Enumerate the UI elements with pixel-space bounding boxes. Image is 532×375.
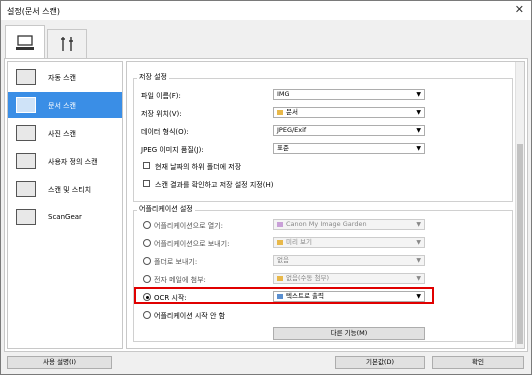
- sidebar-item-scangear[interactable]: ScanGear: [8, 204, 122, 230]
- sidebar-item-label: ScanGear: [48, 213, 82, 221]
- folder-icon: [277, 275, 283, 281]
- sidebar: 자동 스캔 문서 스캔 사진 스캔 사용자 정의 스캔 스캔 및 스티치 Sca…: [7, 61, 123, 349]
- sidebar-item-label: 자동 스캔: [48, 74, 76, 82]
- chevron-down-icon[interactable]: ▼: [416, 274, 421, 283]
- sidebar-item-document-scan[interactable]: 문서 스캔: [8, 92, 122, 118]
- chevron-down-icon[interactable]: ▼: [416, 90, 421, 99]
- confirm-label: 스캔 결과를 확인하고 저장 설정 지정(H): [155, 181, 274, 189]
- sidebar-item-custom-scan[interactable]: 사용자 정의 스캔: [8, 148, 122, 174]
- file-name-field[interactable]: IMG ▼: [273, 89, 425, 100]
- jpeg-quality-label: JPEG 이미지 품질(J):: [141, 146, 204, 154]
- settings-panel: 자동 스캔 문서 스캔 사진 스캔 사용자 정의 스캔 스캔 및 스티치 Sca…: [4, 58, 528, 352]
- send-to-folder-select[interactable]: 없음 ▼: [273, 255, 425, 266]
- window-title: 설정(문서 스캔): [7, 7, 60, 16]
- save-settings-title: 저장 설정: [137, 72, 169, 82]
- sidebar-item-photo-scan[interactable]: 사진 스캔: [8, 120, 122, 146]
- tools-icon: [61, 37, 73, 51]
- subfolder-checkbox[interactable]: [143, 162, 150, 169]
- data-format-select[interactable]: JPEG/Exif ▼: [273, 125, 425, 136]
- send-to-app-label: 어플리케이션으로 보내기:: [154, 240, 230, 248]
- send-to-folder-label: 폴더로 보내기:: [154, 258, 198, 266]
- folder-icon: [277, 239, 283, 245]
- defaults-button[interactable]: 기본값(D): [335, 356, 425, 369]
- chevron-down-icon[interactable]: ▼: [416, 238, 421, 247]
- tab-bar: [1, 20, 531, 59]
- save-in-label: 저장 위치(V):: [141, 110, 182, 118]
- settings-content: 저장 설정 파일 이름(F): IMG ▼ 저장 위치(V): 문서 ▼ 데이터 형…: [126, 61, 525, 349]
- chevron-down-icon[interactable]: ▼: [416, 144, 421, 153]
- radio-no-app[interactable]: [143, 311, 151, 319]
- open-with-app-select[interactable]: Canon My Image Garden ▼: [273, 219, 425, 230]
- tab-general-settings[interactable]: [47, 29, 87, 58]
- file-name-label: 파일 이름(F):: [141, 92, 181, 100]
- ok-button[interactable]: 확인: [432, 356, 524, 369]
- scrollbar[interactable]: [515, 62, 524, 348]
- scrollbar-thumb[interactable]: [517, 144, 523, 344]
- subfolder-label: 현재 날짜의 하위 폴더에 저장: [155, 163, 242, 171]
- attach-email-label: 전자 메일에 첨부:: [154, 276, 206, 284]
- tab-scan-from-computer[interactable]: [5, 25, 45, 59]
- open-with-app-label: 어플리케이션으로 열기:: [154, 222, 223, 230]
- chevron-down-icon[interactable]: ▼: [416, 256, 421, 265]
- folder-icon: [277, 109, 283, 115]
- close-icon[interactable]: ✕: [515, 4, 524, 15]
- document-scan-icon: [16, 97, 36, 113]
- settings-window: 설정(문서 스캔) ✕ 자동 스캔 문서 스캔 사진 스캔 사용자 정의 스캔 …: [0, 0, 532, 375]
- no-app-label: 어플리케이션 시작 안 함: [154, 312, 226, 320]
- sidebar-item-label: 스캔 및 스티치: [48, 186, 92, 194]
- scanner-computer-icon: [16, 34, 34, 50]
- chevron-down-icon[interactable]: ▼: [416, 220, 421, 229]
- app-settings-title: 어플리케이션 설정: [137, 204, 195, 214]
- chevron-down-icon[interactable]: ▼: [416, 126, 421, 135]
- radio-open-with-app[interactable]: [143, 221, 151, 229]
- radio-send-to-folder[interactable]: [143, 257, 151, 265]
- auto-scan-icon: [16, 69, 36, 85]
- confirm-checkbox[interactable]: [143, 180, 150, 187]
- sidebar-item-auto-scan[interactable]: 자동 스캔: [8, 64, 122, 90]
- chevron-down-icon[interactable]: ▼: [416, 108, 421, 117]
- data-format-label: 데이터 형식(O):: [141, 128, 189, 136]
- custom-scan-icon: [16, 153, 36, 169]
- radio-attach-email[interactable]: [143, 275, 151, 283]
- attach-email-select[interactable]: 없음(수동 첨부) ▼: [273, 273, 425, 284]
- photo-scan-icon: [16, 125, 36, 141]
- send-to-app-select[interactable]: 미리 보기 ▼: [273, 237, 425, 248]
- sidebar-item-label: 사용자 정의 스캔: [48, 158, 98, 166]
- more-functions-button[interactable]: 다른 기능(M): [273, 327, 425, 340]
- ocr-highlight-box: [134, 287, 434, 304]
- sidebar-item-label: 문서 스캔: [48, 102, 76, 110]
- title-bar: 설정(문서 스캔) ✕: [1, 1, 531, 20]
- app-icon: [277, 221, 283, 227]
- sidebar-item-scan-stitch[interactable]: 스캔 및 스티치: [8, 176, 122, 202]
- scan-stitch-icon: [16, 181, 36, 197]
- instructions-button[interactable]: 사용 설명(I): [7, 356, 112, 369]
- jpeg-quality-select[interactable]: 표준 ▼: [273, 143, 425, 154]
- scangear-icon: [16, 209, 36, 225]
- save-in-select[interactable]: 문서 ▼: [273, 107, 425, 118]
- radio-send-to-app[interactable]: [143, 239, 151, 247]
- sidebar-item-label: 사진 스캔: [48, 130, 76, 138]
